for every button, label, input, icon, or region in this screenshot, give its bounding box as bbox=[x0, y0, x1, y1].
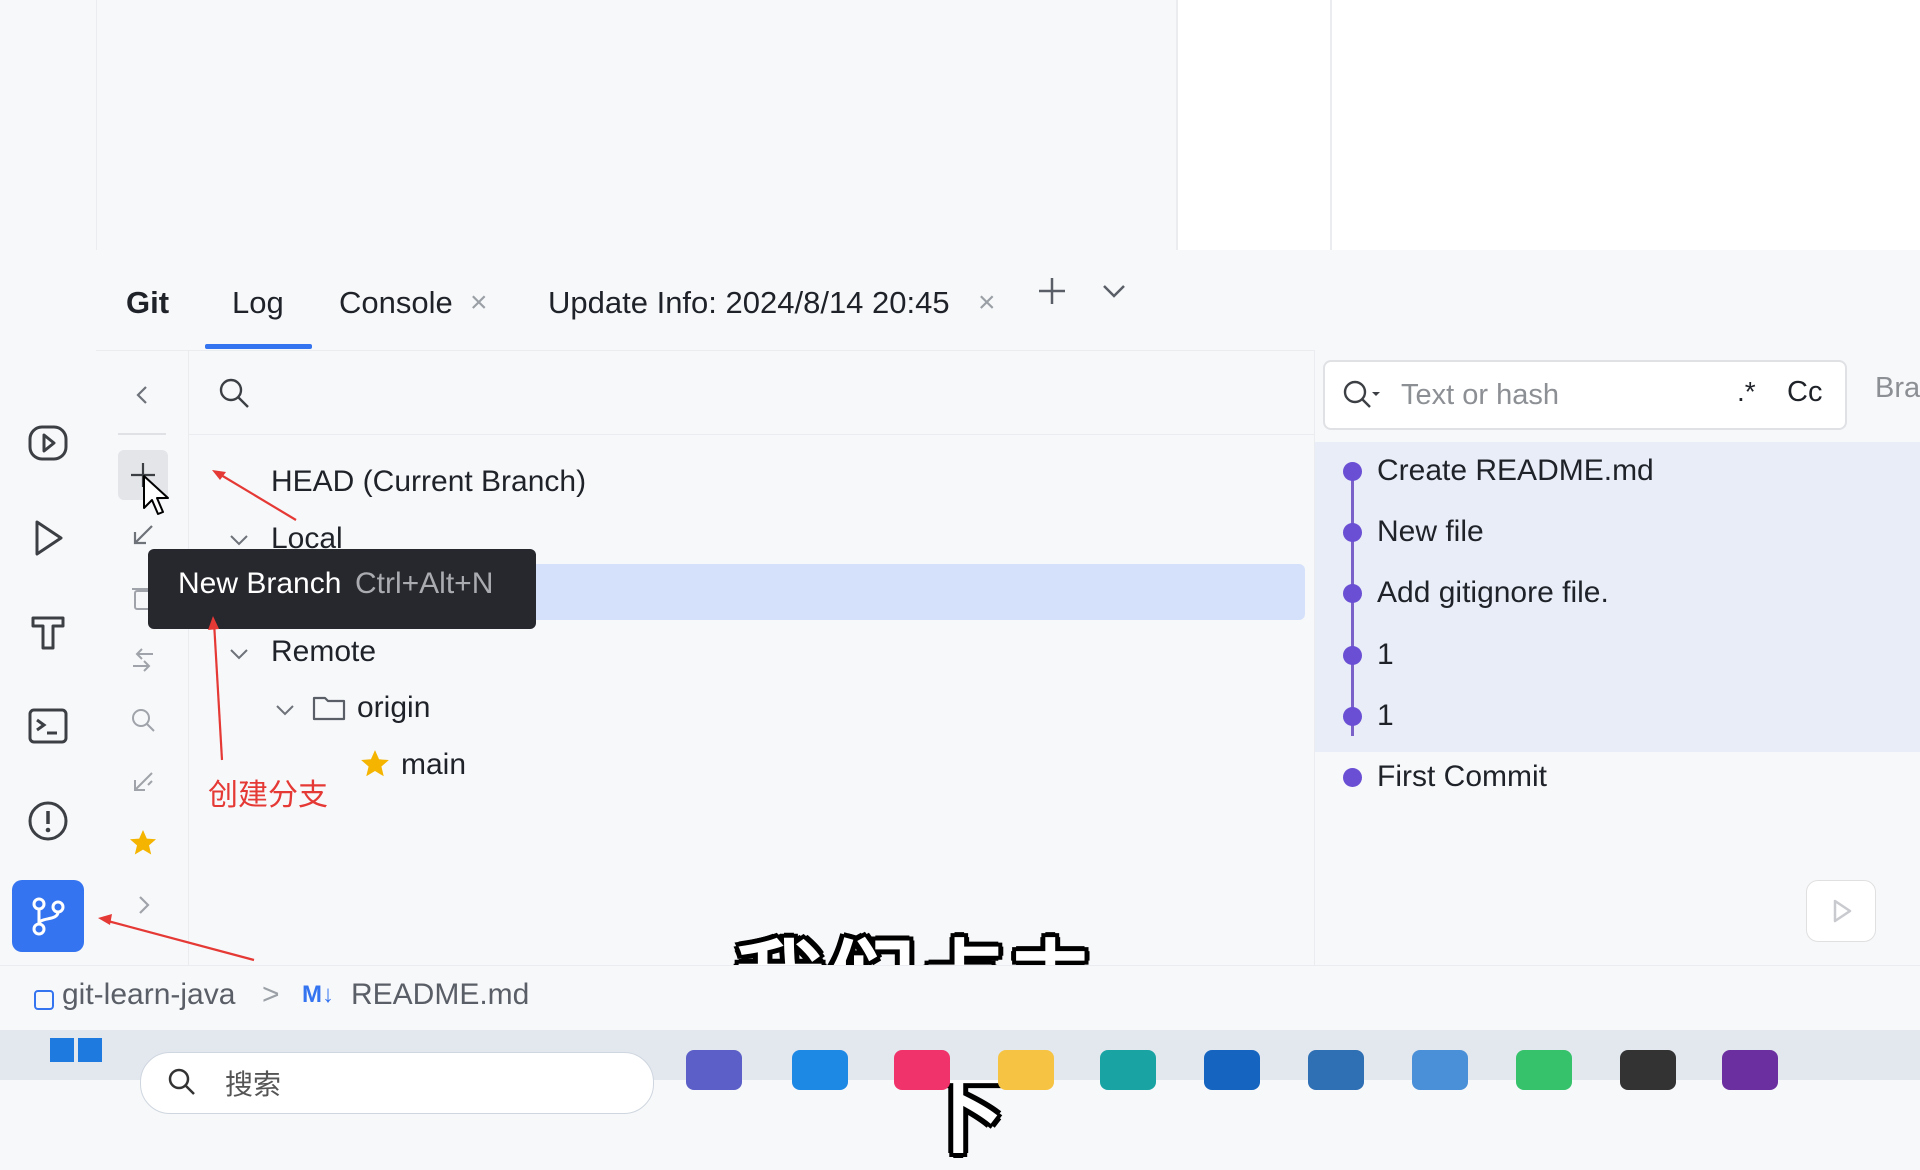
activity-bar bbox=[0, 0, 97, 965]
windows-start-icon[interactable] bbox=[48, 1036, 104, 1066]
branches-toolbar bbox=[96, 350, 189, 965]
remote-origin-item[interactable]: origin bbox=[357, 686, 430, 730]
breadcrumb-separator: > bbox=[262, 978, 280, 1011]
tool-window-title: Git bbox=[126, 285, 170, 320]
star-icon bbox=[361, 750, 389, 777]
close-icon[interactable]: × bbox=[470, 280, 488, 326]
branch-filter[interactable]: Bra bbox=[1875, 372, 1920, 405]
log-search-input[interactable] bbox=[1399, 374, 1733, 416]
commit-row[interactable]: 1 bbox=[1315, 626, 1920, 686]
commit-message: New file bbox=[1377, 515, 1484, 548]
search-icon bbox=[219, 378, 249, 408]
toolbar-separator bbox=[118, 433, 166, 435]
branches-tree: HEAD (Current Branch) Local Remote origi… bbox=[189, 350, 1409, 965]
breadcrumb-file[interactable]: README.md bbox=[351, 978, 529, 1012]
plus-icon[interactable] bbox=[1035, 274, 1069, 321]
app-icon[interactable] bbox=[1620, 1050, 1676, 1090]
branch-head-item[interactable]: HEAD (Current Branch) bbox=[271, 460, 586, 504]
tab-log[interactable]: Log bbox=[232, 280, 284, 326]
mouse-cursor-icon bbox=[143, 475, 169, 515]
commit-message: 1 bbox=[1377, 699, 1394, 732]
commit-dot bbox=[1343, 462, 1362, 481]
app-icon[interactable] bbox=[1412, 1050, 1468, 1090]
problems-icon[interactable] bbox=[22, 795, 74, 847]
regex-toggle[interactable]: .* bbox=[1737, 376, 1756, 408]
commit-dot bbox=[1343, 584, 1362, 603]
commit-row[interactable]: Create README.md bbox=[1315, 442, 1920, 502]
app-icon[interactable] bbox=[1516, 1050, 1572, 1090]
tab-update-info[interactable]: Update Info: 2024/8/14 20:45 bbox=[548, 280, 950, 326]
app-icon[interactable] bbox=[1308, 1050, 1364, 1090]
new-branch-tooltip: New Branch Ctrl+Alt+N bbox=[148, 549, 536, 629]
folder-icon bbox=[312, 696, 346, 721]
chevron-down-icon[interactable] bbox=[273, 698, 297, 722]
markdown-icon: M↓ bbox=[302, 981, 334, 1008]
editor-pane bbox=[1332, 0, 1920, 250]
commit-dot bbox=[1343, 768, 1362, 787]
status-bar: git-learn-java > M↓ README.md bbox=[0, 965, 1920, 1031]
commit-row[interactable]: Add gitignore file. bbox=[1315, 564, 1920, 624]
commit-row[interactable]: 1 bbox=[1315, 687, 1920, 747]
commit-dot bbox=[1343, 523, 1362, 542]
search-icon[interactable] bbox=[118, 695, 168, 745]
commit-row[interactable]: First Commit bbox=[1315, 748, 1920, 808]
commit-message: 1 bbox=[1377, 638, 1394, 671]
file-explorer-icon[interactable] bbox=[998, 1050, 1054, 1090]
expand-icon[interactable] bbox=[118, 880, 168, 930]
build-icon[interactable] bbox=[22, 606, 74, 658]
edge-browser-icon[interactable] bbox=[1100, 1050, 1156, 1090]
collapse-icon[interactable] bbox=[118, 370, 168, 420]
commit-message: First Commit bbox=[1377, 760, 1547, 793]
annotation-label: 创建分支 bbox=[208, 778, 328, 813]
breadcrumb-project[interactable]: git-learn-java bbox=[62, 978, 235, 1012]
play-icon bbox=[1833, 899, 1852, 923]
run-widget-icon[interactable] bbox=[22, 417, 74, 469]
branch-group-remote[interactable]: Remote bbox=[271, 630, 376, 674]
log-search-box[interactable]: .* Cc bbox=[1323, 360, 1847, 430]
branch-search-field[interactable] bbox=[189, 350, 1409, 435]
os-taskbar: 搜索 bbox=[0, 1030, 1920, 1114]
tab-console[interactable]: Console bbox=[339, 280, 453, 326]
commit-message: Create README.md bbox=[1377, 454, 1654, 487]
tool-window-tab-bar: Git Log Console × Update Info: 2024/8/14… bbox=[96, 250, 1920, 351]
taskbar-search[interactable]: 搜索 bbox=[140, 1052, 654, 1114]
app-icon[interactable] bbox=[894, 1050, 950, 1090]
match-case-toggle[interactable]: Cc bbox=[1787, 376, 1822, 409]
terminal-icon[interactable] bbox=[22, 700, 74, 752]
app-icon[interactable] bbox=[1204, 1050, 1260, 1090]
search-icon bbox=[1343, 380, 1380, 408]
commit-dot bbox=[1343, 707, 1362, 726]
taskbar-search-text: 搜索 bbox=[225, 1068, 282, 1101]
compare-icon[interactable] bbox=[118, 635, 168, 685]
active-tab-indicator bbox=[205, 344, 312, 349]
run-icon[interactable] bbox=[22, 512, 74, 564]
chevron-down-icon[interactable] bbox=[227, 642, 251, 666]
branch-item-main[interactable]: main bbox=[401, 743, 466, 787]
module-icon bbox=[34, 990, 54, 1010]
git-branch-icon[interactable] bbox=[12, 880, 84, 952]
close-icon[interactable]: × bbox=[978, 280, 996, 326]
star-icon[interactable] bbox=[118, 818, 168, 868]
tooltip-shortcut: Ctrl+Alt+N bbox=[355, 567, 494, 600]
editor-pane bbox=[1178, 0, 1330, 250]
commit-log-panel: .* Cc Bra Create README.md New file Add … bbox=[1314, 350, 1920, 965]
commit-dot bbox=[1343, 646, 1362, 665]
intellij-app-icon[interactable] bbox=[1722, 1050, 1778, 1090]
commit-row[interactable]: New file bbox=[1315, 503, 1920, 563]
editor-area bbox=[96, 0, 1920, 250]
chevron-down-icon[interactable] bbox=[1097, 274, 1131, 321]
search-icon bbox=[168, 1068, 195, 1095]
app-icon[interactable] bbox=[792, 1050, 848, 1090]
teams-app-icon[interactable] bbox=[686, 1050, 742, 1090]
update-icon[interactable] bbox=[118, 757, 168, 807]
play-overlay-button[interactable] bbox=[1806, 880, 1876, 942]
commit-list: Create README.md New file Add gitignore … bbox=[1315, 442, 1920, 793]
commit-message: Add gitignore file. bbox=[1377, 576, 1609, 609]
tooltip-label: New Branch bbox=[178, 567, 342, 600]
